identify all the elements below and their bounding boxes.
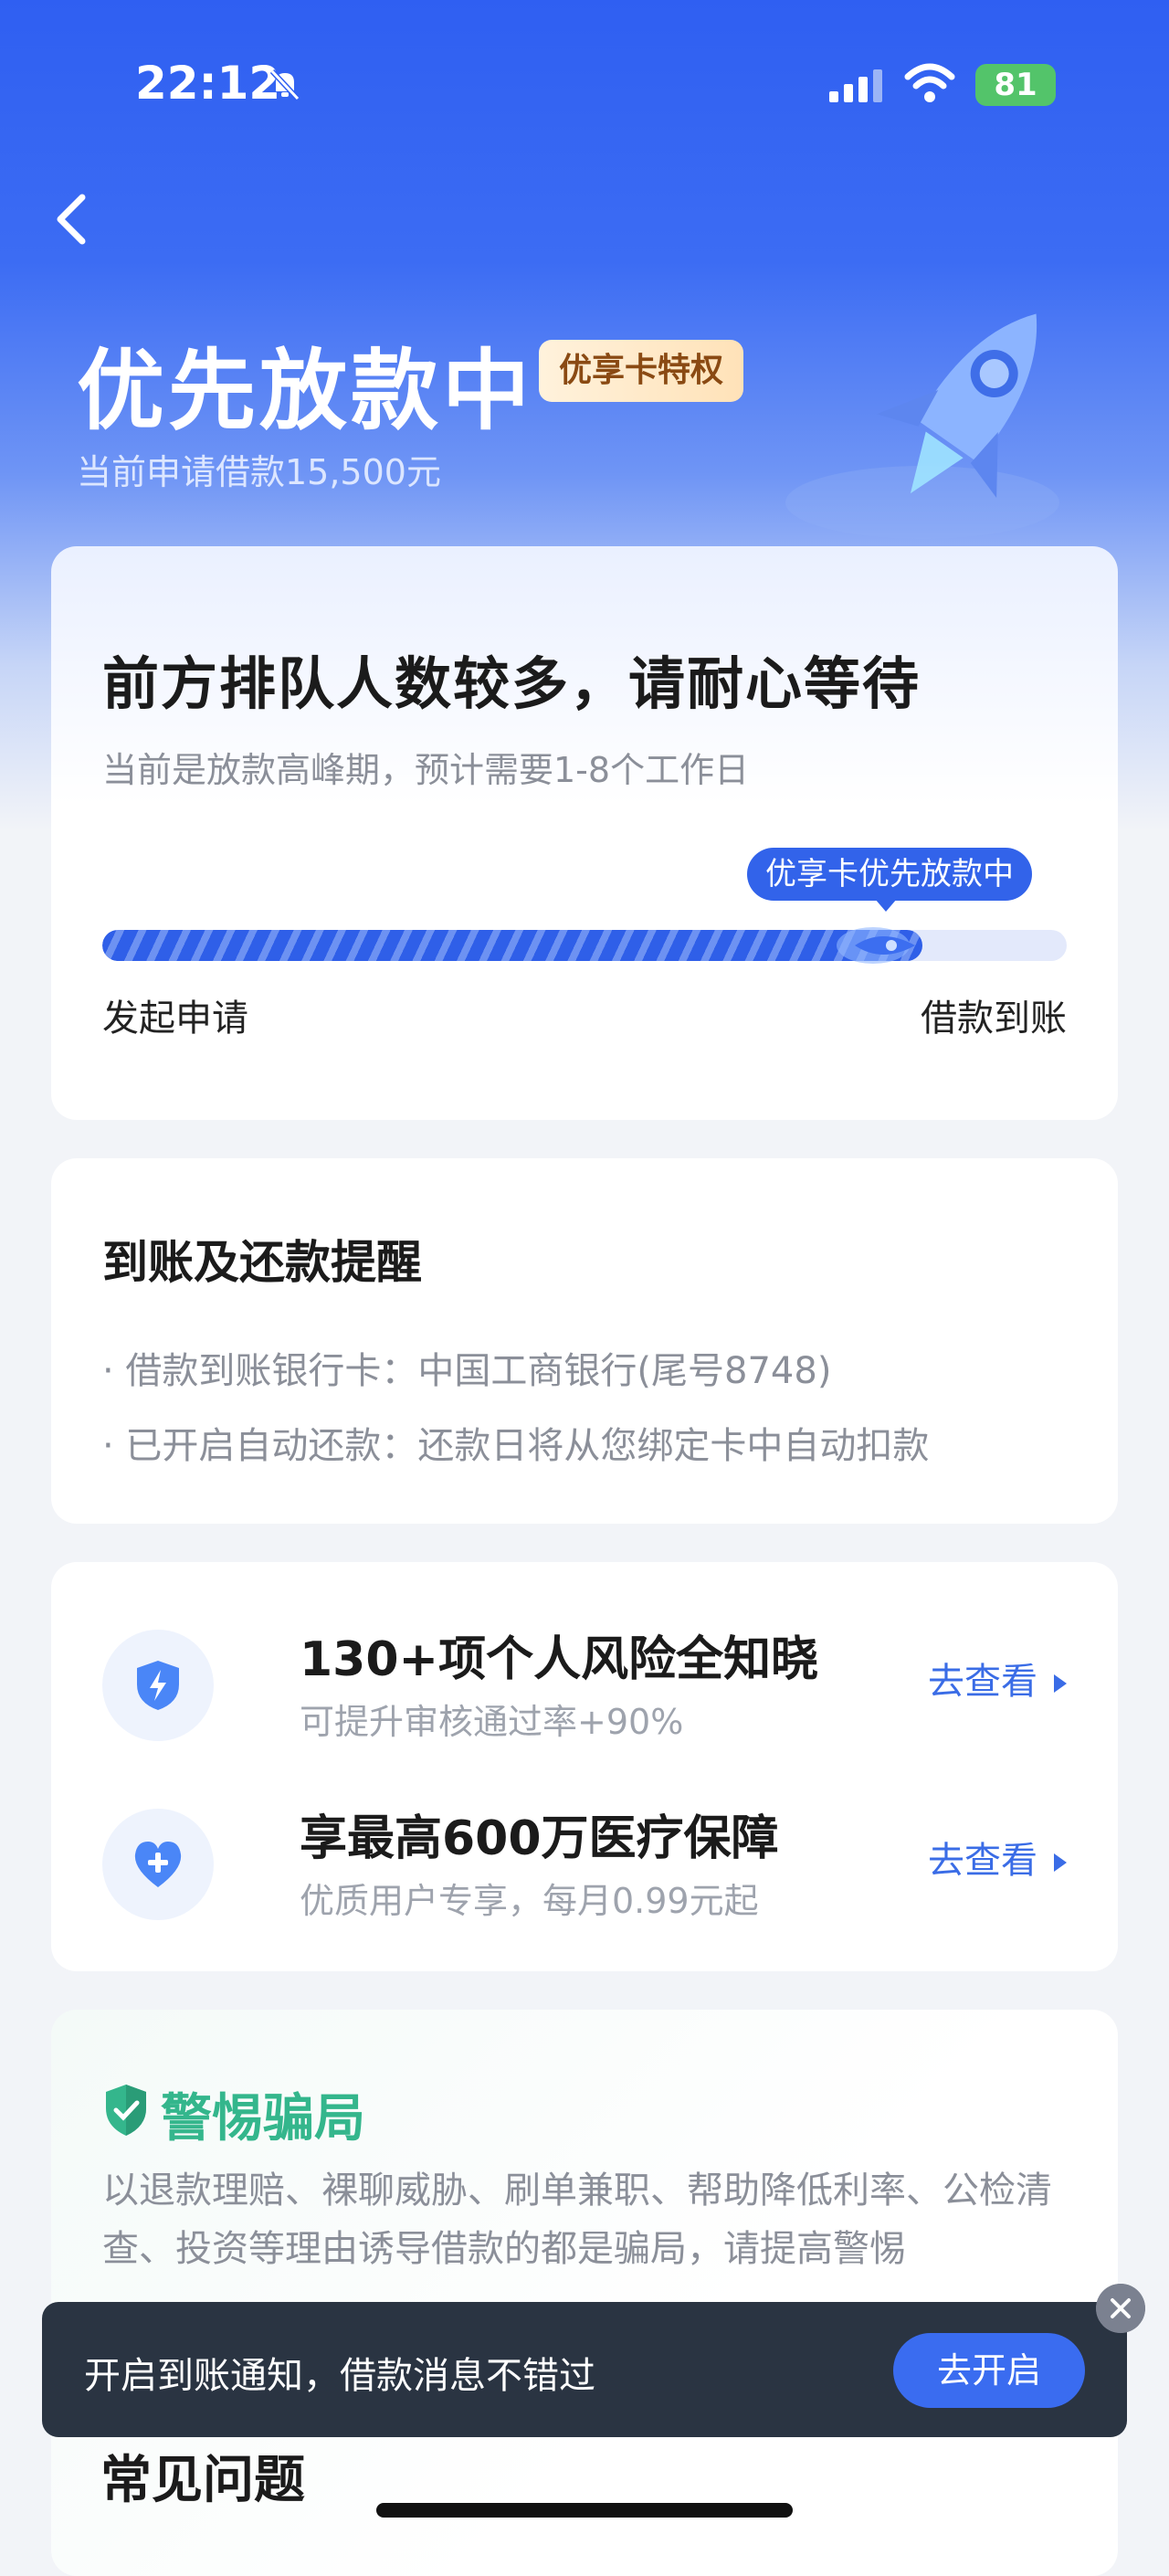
close-icon[interactable]	[1096, 2284, 1145, 2333]
service-subtitle: 优质用户专享，每月0.99元起	[300, 1881, 759, 1921]
reminder-line-bank: · 借款到账银行卡：中国工商银行(尾号8748)	[102, 1350, 832, 1392]
loan-amount-text: 当前申请借款15,500元	[77, 452, 441, 492]
shield-check-icon	[106, 2085, 146, 2136]
progress-fill	[102, 930, 922, 961]
queue-title: 前方排队人数较多，请耐心等待	[102, 650, 922, 717]
heart-plus-icon-wrap	[102, 1809, 214, 1920]
service-row-risk[interactable]: 130+项个人风险全知晓 可提升审核通过率+90% 去查看	[102, 1615, 1067, 1752]
shield-bolt-icon	[137, 1661, 179, 1710]
reminder-line-autopay: · 已开启自动还款：还款日将从您绑定卡中自动扣款	[102, 1425, 930, 1467]
home-indicator	[376, 2503, 793, 2518]
fraud-title: 警惕骗局	[161, 2089, 365, 2148]
faq-title: 常见问题	[100, 2451, 305, 2510]
wifi-icon	[904, 63, 955, 102]
fraud-text: 以退款理赔、裸聊威胁、刷单兼职、帮助降低利率、公检清查、投资等理由诱导借款的都是…	[102, 2170, 1052, 2270]
progress-tag: 优享卡优先放款中	[747, 848, 1032, 912]
notification-toast: 开启到账通知，借款消息不错过 去开启	[42, 2302, 1127, 2437]
view-link[interactable]: 去查看	[928, 1831, 1067, 1884]
shield-bolt-icon-wrap	[102, 1630, 214, 1741]
services-card: 130+项个人风险全知晓 可提升审核通过率+90% 去查看 享最高600万医疗保…	[51, 1562, 1118, 1971]
bell-muted-icon	[269, 69, 300, 101]
back-chevron-icon[interactable]	[51, 190, 91, 248]
rocket-illustration	[785, 313, 1059, 539]
view-link-label: 去查看	[928, 1661, 1037, 1703]
battery-indicator: 81	[975, 64, 1056, 106]
service-title: 130+项个人风险全知晓	[300, 1632, 819, 1687]
view-link[interactable]: 去查看	[928, 1652, 1067, 1705]
reminder-title: 到账及还款提醒	[102, 1236, 422, 1289]
view-link-label: 去查看	[928, 1840, 1037, 1882]
privilege-badge: 优享卡特权	[539, 340, 744, 402]
caret-right-icon	[1054, 1853, 1067, 1872]
signal-icon	[829, 69, 882, 102]
reminder-card: 到账及还款提醒 · 借款到账银行卡：中国工商银行(尾号8748) · 已开启自动…	[51, 1158, 1118, 1524]
status-time: 22:12	[135, 57, 281, 110]
toast-message: 开启到账通知，借款消息不错过	[84, 2355, 595, 2397]
service-row-medical[interactable]: 享最高600万医疗保障 优质用户专享，每月0.99元起 去查看	[102, 1794, 1067, 1931]
heart-plus-icon	[134, 1842, 182, 1887]
service-title: 享最高600万医疗保障	[300, 1811, 779, 1866]
progress-track	[102, 930, 1067, 961]
progress-rocket-icon	[837, 927, 915, 964]
caret-right-icon	[1054, 1674, 1067, 1693]
progress-end-label: 借款到账	[921, 998, 1067, 1040]
page-title: 优先放款中	[77, 340, 533, 442]
enable-notification-button[interactable]: 去开启	[893, 2333, 1085, 2408]
service-subtitle: 可提升审核通过率+90%	[300, 1702, 684, 1742]
progress-start-label: 发起申请	[102, 998, 248, 1040]
queue-description: 当前是放款高峰期，预计需要1-8个工作日	[102, 750, 750, 790]
queue-status-card: 前方排队人数较多，请耐心等待 当前是放款高峰期，预计需要1-8个工作日 优享卡优…	[51, 546, 1118, 1120]
